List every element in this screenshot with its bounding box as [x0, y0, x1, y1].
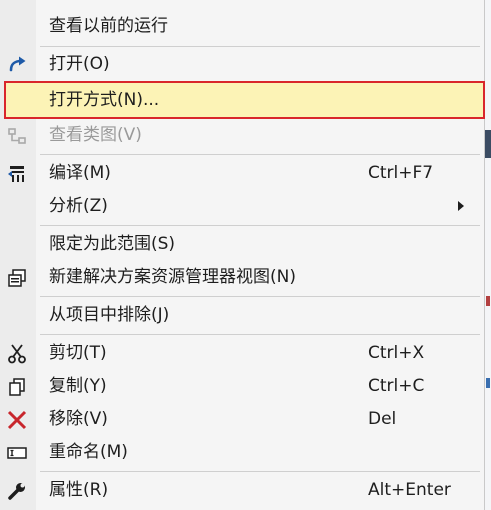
menu-item-label: 移除(V) — [49, 409, 108, 429]
menu-item-copy[interactable]: 复制(Y) Ctrl+C — [0, 370, 484, 402]
rename-icon — [7, 443, 27, 463]
context-menu: 查看以前的运行 打开(O) 打开方式(N)... 查看类图(V) 编译(M) C… — [0, 0, 485, 510]
wrench-icon — [7, 481, 27, 501]
menu-item-label: 从项目中排除(J) — [49, 305, 170, 325]
menu-item-label: 查看类图(V) — [49, 125, 142, 145]
menu-item-properties[interactable]: 属性(R) Alt+Enter — [0, 474, 484, 506]
submenu-arrow-icon — [458, 201, 464, 211]
class-diagram-icon — [7, 126, 27, 146]
menu-item-label: 打开(O) — [49, 54, 110, 74]
menu-item-label: 编译(M) — [49, 163, 111, 183]
menu-item-label: 属性(R) — [49, 480, 109, 500]
compile-icon — [7, 164, 27, 184]
menu-item-rename[interactable]: 重命名(M) — [0, 436, 484, 468]
new-explorer-view-icon — [7, 268, 27, 288]
menu-item-label: 重命名(M) — [49, 442, 128, 462]
menu-item-open[interactable]: 打开(O) — [0, 48, 484, 80]
menu-item-shortcut: Ctrl+F7 — [368, 163, 434, 183]
background-code-mark — [486, 296, 490, 306]
menu-item-shortcut: Ctrl+X — [368, 343, 425, 363]
menu-item-new-solution-explorer-view[interactable]: 新建解决方案资源管理器视图(N) — [0, 261, 484, 293]
menu-item-label: 分析(Z) — [49, 196, 108, 216]
scissors-icon — [7, 344, 27, 364]
menu-item-shortcut: Ctrl+C — [368, 376, 425, 396]
menu-item-label: 查看以前的运行 — [49, 16, 168, 36]
menu-separator — [40, 225, 480, 226]
background-window-edge — [485, 0, 491, 510]
menu-item-compile[interactable]: 编译(M) Ctrl+F7 — [0, 157, 484, 189]
menu-item-remove[interactable]: 移除(V) Del — [0, 403, 484, 435]
menu-item-label: 限定为此范围(S) — [49, 234, 176, 254]
menu-separator — [40, 471, 480, 472]
menu-item-label: 复制(Y) — [49, 376, 107, 396]
menu-item-analyze[interactable]: 分析(Z) — [0, 190, 484, 222]
menu-item-shortcut: Del — [368, 409, 397, 429]
menu-separator — [40, 154, 480, 155]
menu-item-cut[interactable]: 剪切(T) Ctrl+X — [0, 337, 484, 369]
menu-item-view-class-diagram[interactable]: 查看类图(V) — [0, 119, 484, 151]
menu-item-shortcut: Alt+Enter — [368, 480, 451, 500]
menu-separator — [40, 46, 480, 47]
menu-separator — [40, 334, 480, 335]
remove-x-icon — [7, 410, 27, 430]
background-tab-edge — [485, 130, 491, 158]
menu-item-label: 剪切(T) — [49, 343, 107, 363]
menu-item-open-with[interactable]: 打开方式(N)... — [4, 81, 485, 119]
background-code-mark — [486, 378, 490, 388]
menu-item-exclude-from-project[interactable]: 从项目中排除(J) — [0, 299, 484, 331]
menu-item-label: 打开方式(N)... — [49, 90, 160, 110]
copy-icon — [7, 377, 27, 397]
menu-item-label: 新建解决方案资源管理器视图(N) — [49, 267, 296, 287]
menu-separator — [40, 296, 480, 297]
menu-item-scope-to-this[interactable]: 限定为此范围(S) — [0, 228, 484, 260]
menu-item-view-previous-runs[interactable]: 查看以前的运行 — [0, 10, 484, 42]
open-redo-icon — [7, 55, 27, 75]
